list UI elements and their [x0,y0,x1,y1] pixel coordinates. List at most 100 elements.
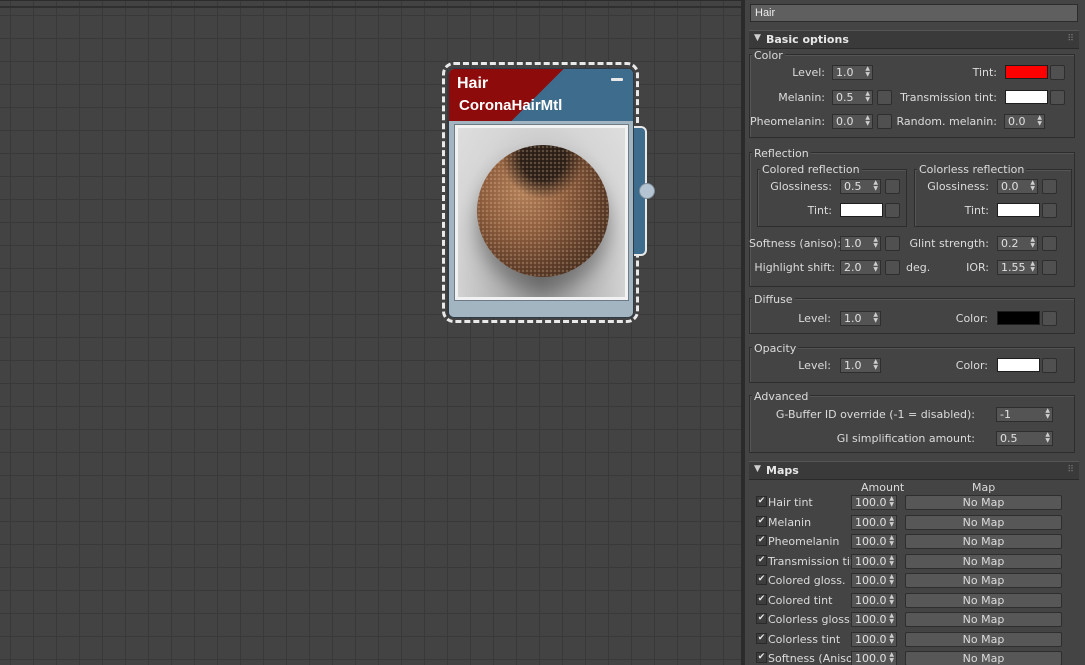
spinner-glint-strength[interactable]: 0.2 ▲ ▼ [997,236,1038,251]
spinner-arrows-icon[interactable]: ▲ ▼ [1045,408,1050,420]
spinner-arrows-icon[interactable]: ▲ ▼ [873,359,878,371]
spinner-arrows-icon[interactable]: ▲ ▼ [889,593,894,606]
spinner-arrows-icon[interactable]: ▲ ▼ [1030,237,1035,249]
node-header[interactable]: Hair CoronaHairMtl [449,69,633,121]
map-slot-button[interactable]: No Map [905,651,1062,665]
map-row-label: Hair tint [768,496,813,509]
spinner-arrows-icon[interactable]: ▲ ▼ [889,515,894,528]
map-amount-spinner[interactable]: 100.0 ▲ ▼ [851,514,897,530]
map-amount-spinner[interactable]: 100.0 ▲ ▼ [851,495,897,510]
group-title-color: Color [752,49,785,62]
spinner-colored-glossiness[interactable]: 0.5 ▲ ▼ [840,179,881,194]
spinner-highlight-shift[interactable]: 2.0 ▲ ▼ [840,260,881,275]
map-button-diffuse-color[interactable] [1042,311,1057,326]
spinner-arrows-icon[interactable]: ▲ ▼ [889,496,894,508]
label-colorless-tint: Tint: [964,204,989,217]
swatch-transmission-tint[interactable] [1005,90,1048,104]
spinner-arrows-icon[interactable]: ▲ ▼ [889,535,894,547]
spinner-arrows-icon[interactable]: ▲ ▼ [889,652,894,664]
map-slot-button[interactable]: No Map [905,553,1062,569]
map-enable-checkbox[interactable]: ✔ [756,515,767,527]
map-slot-button[interactable]: No Map [905,592,1062,608]
map-button-opacity-color[interactable] [1042,358,1057,373]
swatch-tint[interactable] [1005,65,1048,79]
spinner-colorless-glossiness[interactable]: 0.0 ▲ ▼ [997,179,1038,194]
map-button-colorless-tint[interactable] [1042,203,1057,218]
map-button-pheomelanin[interactable] [877,114,892,129]
map-slot-button[interactable]: No Map [905,631,1062,647]
map-amount-spinner[interactable]: 100.0 ▲ ▼ [851,651,897,665]
map-slot-button[interactable]: No Map [905,612,1062,627]
map-button-glint-strength[interactable] [1042,236,1057,251]
map-button-tint[interactable] [1050,65,1065,80]
map-slot-button[interactable]: No Map [905,573,1062,588]
spinner-arrows-icon[interactable]: ▲ ▼ [889,574,894,586]
collapse-arrow-icon[interactable]: ▼ [754,464,761,474]
map-enable-checkbox[interactable]: ✔ [756,535,767,546]
spinner-arrows-icon[interactable]: ▲ ▼ [1030,261,1035,273]
swatch-opacity-color[interactable] [997,358,1040,372]
rollout-maps[interactable]: ▼ Maps ⠿ [749,461,1079,480]
spinner-softness[interactable]: 1.0 ▲ ▼ [840,236,881,251]
spinner-arrows-icon[interactable]: ▲ ▼ [1045,432,1050,444]
spinner-arrows-icon[interactable]: ▲ ▼ [873,237,878,249]
collapse-arrow-icon[interactable]: ▼ [754,33,761,43]
map-enable-checkbox[interactable]: ✔ [756,613,767,624]
spinner-arrows-icon[interactable]: ▲ ▼ [889,632,894,645]
map-button-colorless-glossiness[interactable] [1042,179,1057,194]
material-name-field[interactable] [750,4,1078,22]
material-node[interactable]: Hair CoronaHairMtl [448,68,634,318]
map-button-transmission-tint[interactable] [1050,90,1065,105]
map-slot-button[interactable]: No Map [905,514,1062,530]
map-slot-button[interactable]: No Map [905,495,1062,510]
map-button-colored-tint[interactable] [885,203,900,218]
spinner-gbuffer-override[interactable]: -1 ▲ ▼ [996,407,1053,422]
spinner-level[interactable]: 1.0 ▲ ▼ [832,65,873,80]
spinner-gi-simplification[interactable]: 0.5 ▲ ▼ [996,431,1053,446]
map-enable-checkbox[interactable]: ✔ [756,496,767,507]
map-amount-spinner[interactable]: 100.0 ▲ ▼ [851,534,897,549]
map-amount-spinner[interactable]: 100.0 ▲ ▼ [851,553,897,569]
map-button-ior[interactable] [1042,260,1057,275]
grip-icon[interactable]: ⠿ [1067,34,1074,44]
swatch-diffuse-color[interactable] [997,311,1040,325]
spinner-melanin[interactable]: 0.5 ▲ ▼ [832,90,873,105]
grip-icon[interactable]: ⠿ [1067,465,1074,475]
spinner-arrows-icon[interactable]: ▲ ▼ [873,261,878,273]
spinner-arrows-icon[interactable]: ▲ ▼ [873,180,878,192]
spinner-diffuse-level[interactable]: 1.0 ▲ ▼ [840,311,881,326]
map-amount-spinner[interactable]: 100.0 ▲ ▼ [851,573,897,588]
map-enable-checkbox[interactable]: ✔ [756,652,767,663]
spinner-arrows-icon[interactable]: ▲ ▼ [865,66,870,78]
map-button-melanin[interactable] [877,90,892,105]
spinner-random-melanin[interactable]: 0.0 ▲ ▼ [1004,114,1045,129]
node-minimize-button[interactable] [611,78,623,81]
map-button-colored-glossiness[interactable] [885,179,900,194]
map-button-highlight-shift[interactable] [885,260,900,275]
spinner-arrows-icon[interactable]: ▲ ▼ [865,91,870,103]
swatch-colored-tint[interactable] [840,203,883,217]
spinner-opacity-level[interactable]: 1.0 ▲ ▼ [840,358,881,373]
map-amount-spinner[interactable]: 100.0 ▲ ▼ [851,631,897,647]
rollout-basic-options[interactable]: ▼ Basic options ⠿ [749,30,1079,49]
spinner-arrows-icon[interactable]: ▲ ▼ [1030,180,1035,192]
swatch-colorless-tint[interactable] [997,203,1040,217]
node-output-socket[interactable] [639,183,655,199]
map-amount-spinner[interactable]: 100.0 ▲ ▼ [851,612,897,627]
spinner-arrows-icon[interactable]: ▲ ▼ [889,613,894,625]
spinner-pheomelanin[interactable]: 0.0 ▲ ▼ [832,114,873,129]
spinner-arrows-icon[interactable]: ▲ ▼ [889,554,894,567]
material-preview[interactable] [454,124,629,301]
spinner-arrows-icon[interactable]: ▲ ▼ [865,115,870,127]
map-button-softness[interactable] [885,236,900,251]
spinner-arrows-icon[interactable]: ▲ ▼ [873,312,878,324]
map-enable-checkbox[interactable]: ✔ [756,554,767,566]
spinner-arrows-icon[interactable]: ▲ ▼ [1037,115,1042,127]
map-enable-checkbox[interactable]: ✔ [756,593,767,605]
spinner-ior[interactable]: 1.55 ▲ ▼ [997,260,1038,275]
map-amount-spinner[interactable]: 100.0 ▲ ▼ [851,592,897,608]
map-enable-checkbox[interactable]: ✔ [756,574,767,585]
map-enable-checkbox[interactable]: ✔ [756,632,767,644]
label-highlight-shift: Highlight shift: [754,261,835,274]
map-slot-button[interactable]: No Map [905,534,1062,549]
